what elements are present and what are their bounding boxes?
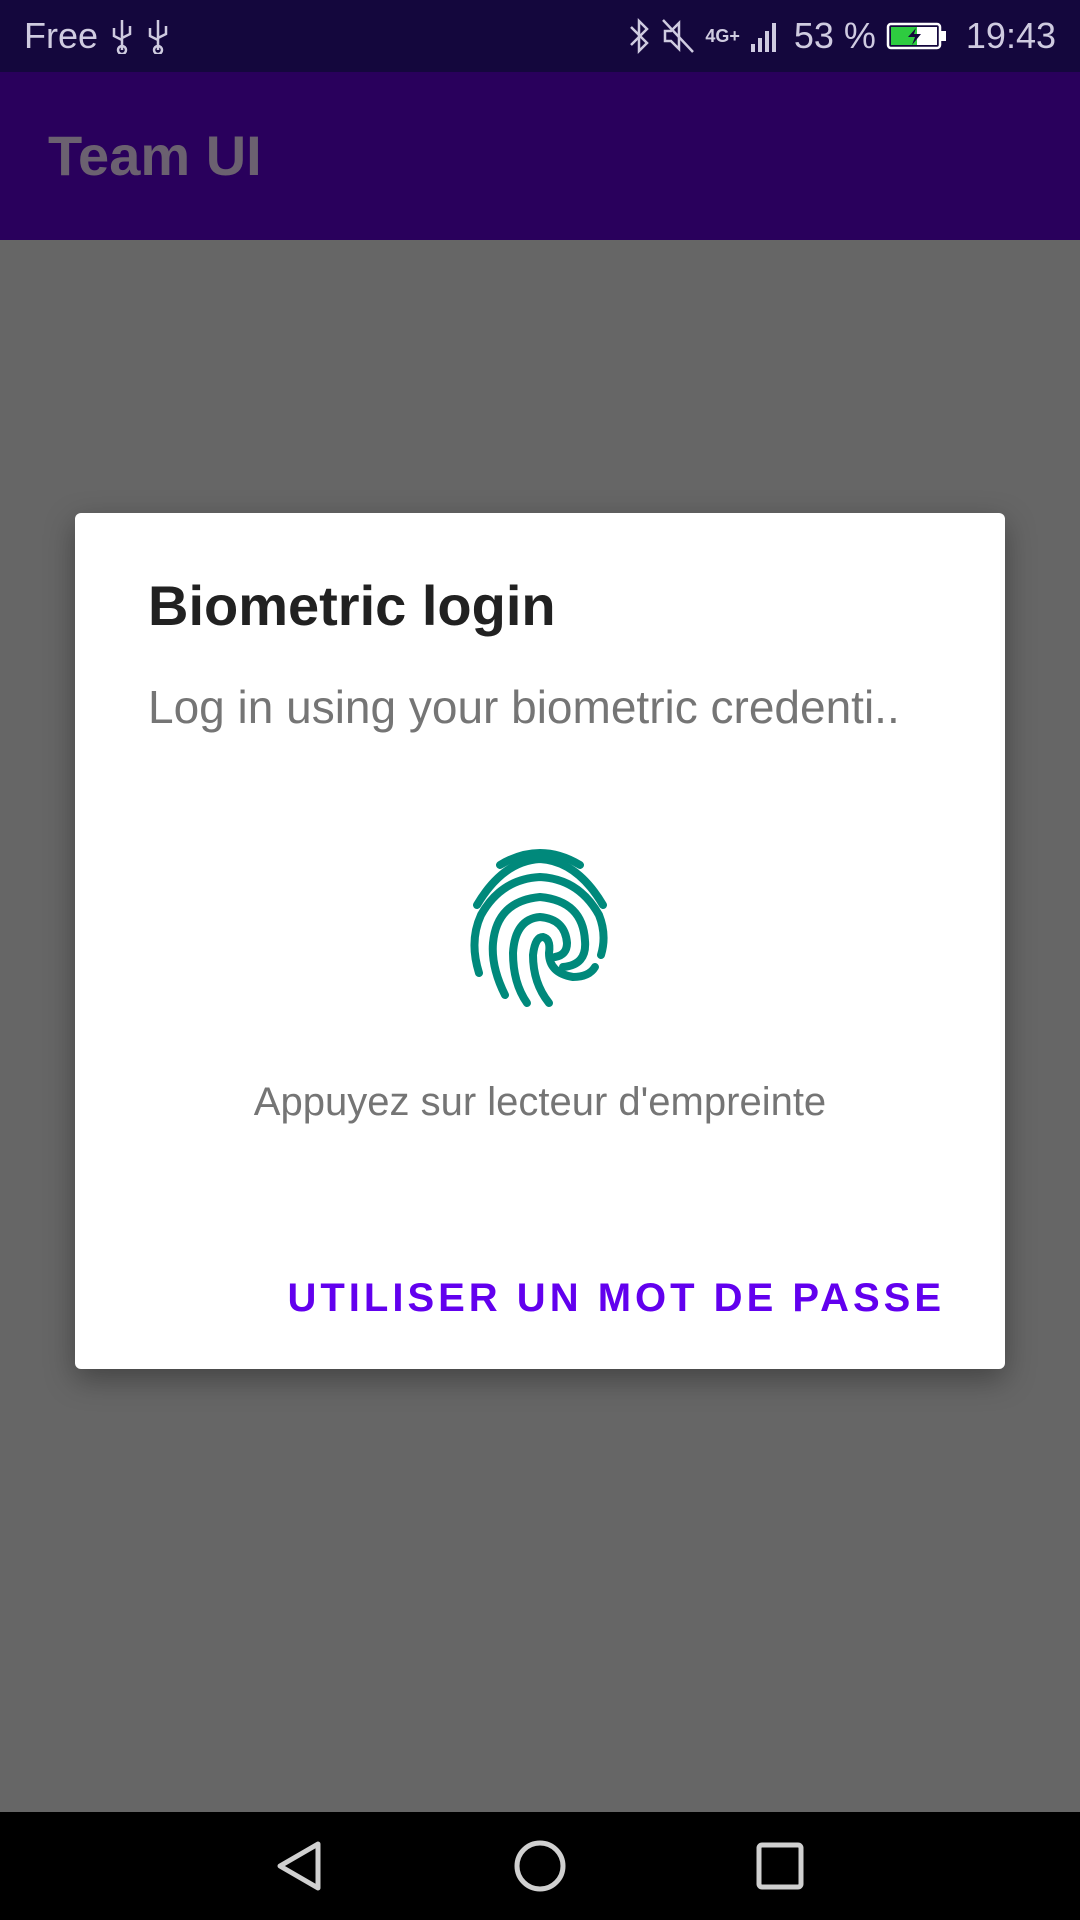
recents-button[interactable] [738, 1824, 822, 1908]
dialog-title: Biometric login [148, 574, 556, 637]
bluetooth-icon [627, 17, 651, 55]
status-right: 4G+ 53 % 19:43 [627, 0, 1056, 72]
screen: Free 4G+ 53 % 19:43 Team UI Biometric lo… [0, 0, 1080, 1920]
network-type: 4G+ [705, 26, 740, 46]
clock: 19:43 [965, 15, 1056, 56]
fingerprint-icon[interactable] [465, 843, 615, 1013]
navigation-bar [0, 1812, 1080, 1920]
app-title: Team UI [48, 124, 262, 187]
status-bar: Free 4G+ 53 % 19:43 [0, 0, 1080, 72]
battery-percentage: 53 % [793, 15, 876, 56]
fingerprint-hint: Appuyez sur lecteur d'empreinte [253, 1080, 827, 1124]
usb-icon [146, 18, 170, 54]
home-icon [514, 1840, 566, 1892]
carrier-name: Free [24, 15, 99, 56]
mute-icon [661, 18, 695, 54]
recents-icon [756, 1842, 804, 1890]
usb-icon [110, 18, 134, 54]
battery-charging-icon [886, 21, 948, 51]
home-button[interactable] [498, 1824, 582, 1908]
back-icon [277, 1841, 321, 1891]
dialog-subtitle: Log in using your biometric credenti.. [148, 681, 900, 733]
back-button[interactable] [258, 1824, 342, 1908]
biometric-dialog: Biometric login Log in using your biomet… [75, 513, 1005, 1369]
status-left: Free [24, 0, 170, 72]
signal-icon [750, 18, 780, 54]
app-bar: Team UI [0, 72, 1080, 240]
use-password-button[interactable]: UTILISER UN MOT DE PASSE [283, 1253, 949, 1343]
